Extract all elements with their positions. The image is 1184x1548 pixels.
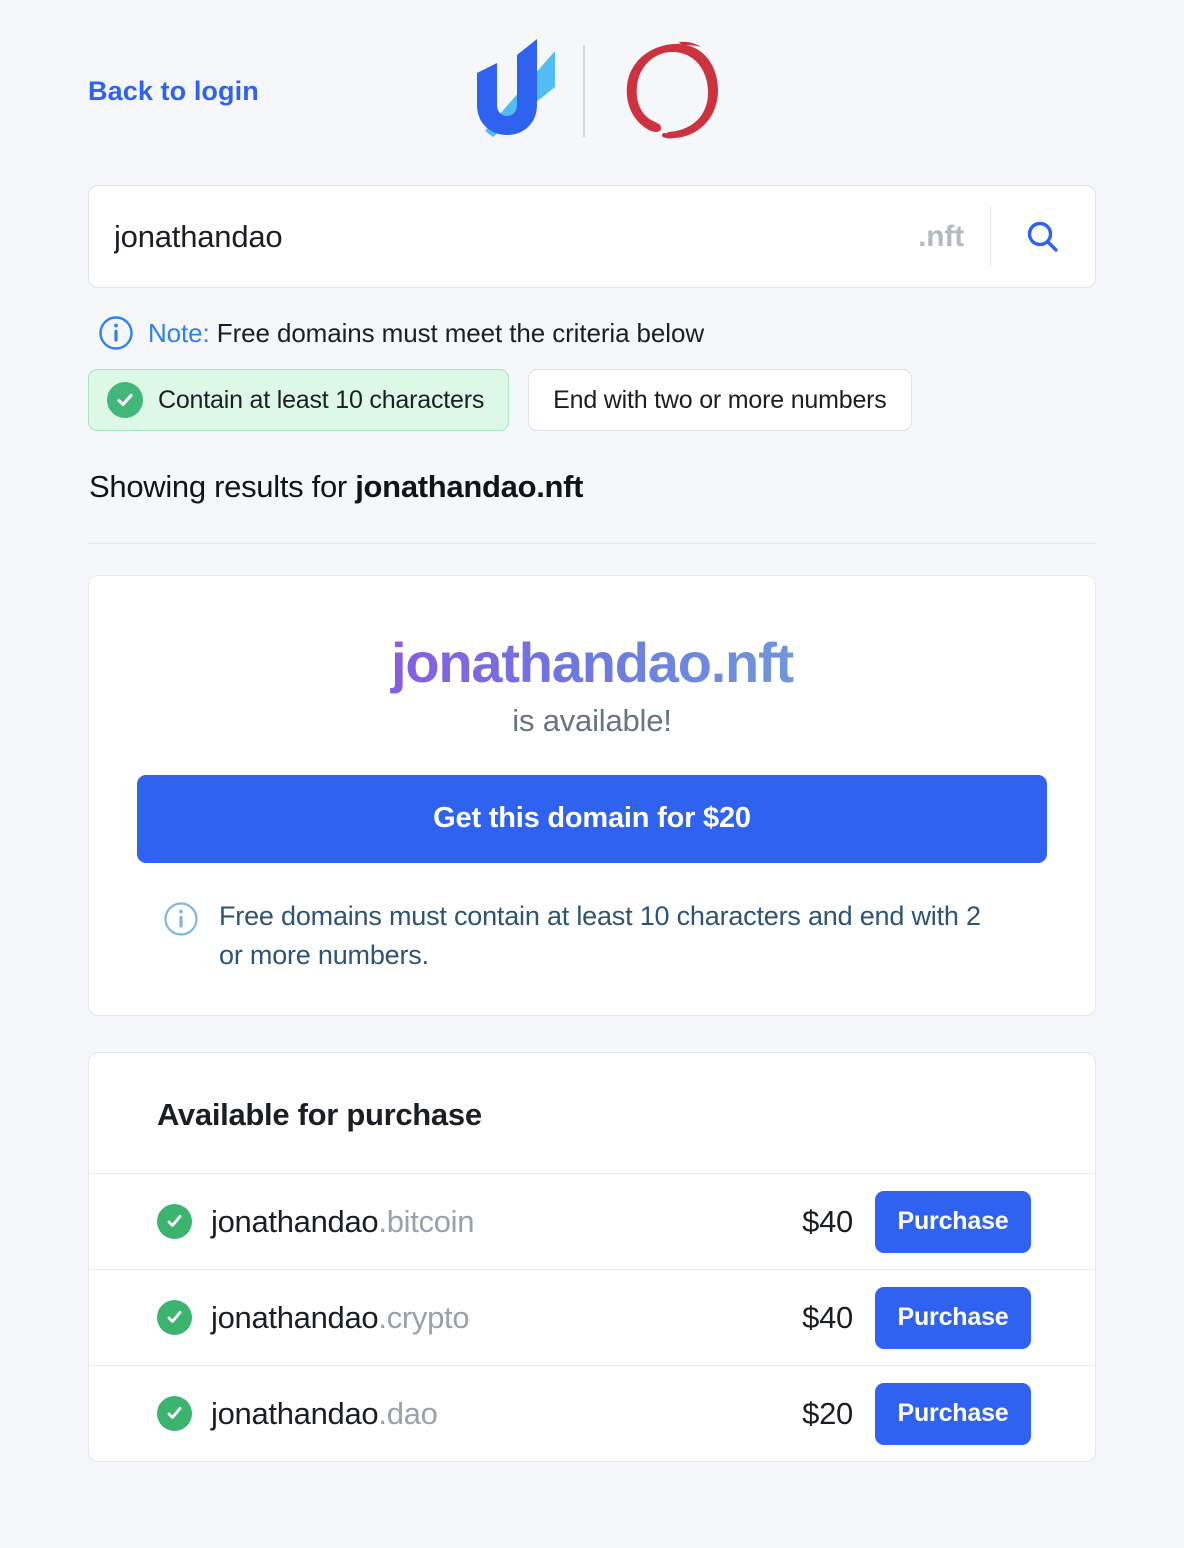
- featured-availability-text: is available!: [512, 702, 672, 738]
- section-divider: [88, 543, 1096, 544]
- unstoppable-domains-logo: [477, 39, 555, 137]
- criteria-chip-characters: Contain at least 10 characters: [88, 369, 510, 431]
- featured-domain-name: jonathandao.nft: [137, 631, 1047, 695]
- showing-results-domain: jonathandao.nft: [355, 469, 584, 504]
- note-text: Note: Free domains must meet the criteri…: [148, 318, 704, 349]
- purchase-button[interactable]: Purchase: [875, 1382, 1031, 1445]
- search-button[interactable]: [991, 186, 1095, 287]
- note-description: Free domains must meet the criteria belo…: [216, 317, 704, 348]
- check-circle-icon: [157, 1204, 192, 1239]
- search-tld-suffix: .nft: [918, 219, 964, 253]
- featured-hint-row: Free domains must contain at least 10 ch…: [137, 897, 1047, 975]
- page-header: Back to login: [88, 0, 1096, 182]
- table-row: jonathandao.crypto $40 Purchase: [89, 1269, 1095, 1365]
- row-domain-label: jonathandao: [211, 1395, 379, 1431]
- check-circle-icon: [107, 382, 143, 418]
- note-label: Note:: [148, 317, 210, 348]
- table-row: jonathandao.bitcoin $40 Purchase: [89, 1173, 1095, 1269]
- row-domain-name: jonathandao.crypto: [211, 1300, 802, 1336]
- check-circle-icon: [157, 1396, 192, 1431]
- info-circle-icon: [164, 902, 198, 936]
- search-section: .nft: [88, 185, 1096, 288]
- row-price: $40: [802, 1203, 853, 1239]
- criteria-row: Contain at least 10 characters End with …: [88, 369, 1096, 431]
- brand-logos: [455, 36, 729, 146]
- row-price: $40: [802, 1299, 853, 1335]
- row-domain-name: jonathandao.bitcoin: [211, 1204, 802, 1240]
- info-circle-icon: [99, 316, 133, 350]
- brand-divider: [583, 45, 585, 137]
- row-domain-name: jonathandao.dao: [211, 1396, 802, 1432]
- purchase-button[interactable]: Purchase: [875, 1190, 1031, 1253]
- row-price: $20: [802, 1395, 853, 1431]
- row-domain-label: jonathandao: [211, 1203, 379, 1239]
- featured-hint-text: Free domains must contain at least 10 ch…: [219, 900, 981, 970]
- purchase-section-title: Available for purchase: [157, 1097, 482, 1132]
- row-domain-tld: .dao: [378, 1395, 438, 1431]
- criteria-label: End with two or more numbers: [553, 385, 887, 414]
- criteria-label: Contain at least 10 characters: [158, 385, 485, 414]
- featured-result-card: jonathandao.nft is available! Get this d…: [88, 575, 1096, 1016]
- domain-search-page: Back to login .nft: [0, 0, 1184, 1548]
- check-circle-icon: [157, 1300, 192, 1335]
- purchase-button[interactable]: Purchase: [875, 1286, 1031, 1349]
- showing-results-prefix: Showing results for: [89, 469, 356, 504]
- available-for-purchase-card: Available for purchase jonathandao.bitco…: [88, 1052, 1096, 1462]
- row-domain-tld: .crypto: [378, 1299, 470, 1335]
- table-row: jonathandao.dao $20 Purchase: [89, 1365, 1095, 1461]
- criteria-chip-numbers: End with two or more numbers: [528, 369, 912, 431]
- search-input[interactable]: [114, 218, 919, 255]
- get-this-domain-button[interactable]: Get this domain for $20: [137, 774, 1047, 863]
- row-domain-label: jonathandao: [211, 1299, 379, 1335]
- showing-results-text: Showing results for jonathandao.nft: [88, 469, 1096, 505]
- back-to-login-link[interactable]: Back to login: [88, 76, 259, 107]
- row-domain-tld: .bitcoin: [378, 1203, 475, 1239]
- search-box[interactable]: .nft: [88, 185, 1096, 288]
- search-icon: [1027, 221, 1058, 252]
- note-row: Note: Free domains must meet the criteri…: [88, 315, 1096, 351]
- enso-circle-logo: [626, 41, 719, 139]
